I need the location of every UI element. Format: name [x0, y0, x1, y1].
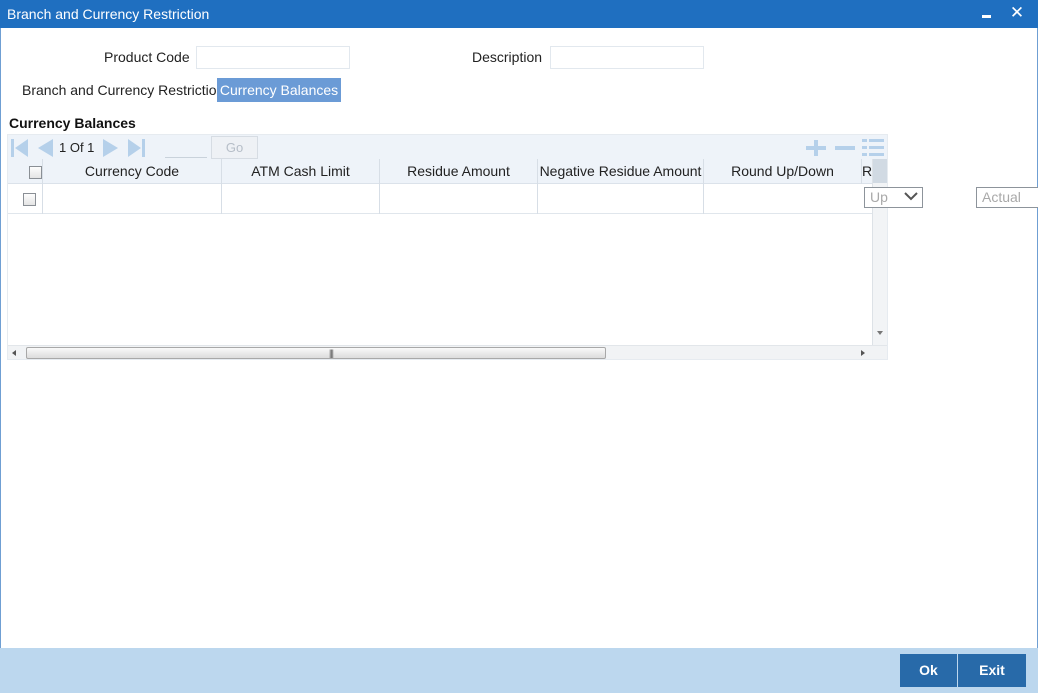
horizontal-scroll-thumb[interactable]: |||	[26, 347, 606, 359]
grid-toolbar: 1 Of 1 Go	[8, 135, 887, 159]
round-up-down-select[interactable]: Up	[864, 187, 923, 208]
scroll-right-icon[interactable]	[861, 350, 865, 356]
residue-amount-cell[interactable]	[380, 184, 538, 214]
dialog-body	[0, 28, 1038, 693]
currency-code-cell[interactable]	[43, 184, 222, 214]
ok-button[interactable]: Ok	[900, 654, 957, 687]
last-page-icon[interactable]	[126, 139, 146, 157]
page-number-input[interactable]	[165, 137, 207, 158]
round-up-down-cell	[704, 184, 862, 214]
tab-currency-balances[interactable]: Currency Balances	[217, 78, 341, 102]
chevron-down-icon	[904, 192, 918, 201]
column-header-truncated[interactable]: R	[862, 159, 872, 184]
column-header-negative-residue-amount[interactable]: Negative Residue Amount	[538, 159, 704, 184]
select-all-checkbox[interactable]	[29, 166, 42, 179]
description-label: Description	[472, 49, 543, 65]
grid-header: Currency Code ATM Cash Limit Residue Amo…	[8, 159, 887, 184]
header-select-cell	[8, 159, 43, 184]
scroll-left-icon[interactable]	[12, 350, 16, 356]
first-page-icon[interactable]	[10, 139, 30, 157]
scroll-down-icon[interactable]	[877, 331, 883, 335]
delete-row-icon[interactable]	[833, 138, 857, 158]
product-code-label: Product Code	[104, 49, 190, 65]
product-code-input[interactable]	[196, 46, 350, 69]
section-title: Currency Balances	[9, 115, 136, 131]
go-button[interactable]: Go	[211, 136, 258, 159]
scroll-grip-icon: |||	[329, 348, 334, 358]
negative-residue-amount-cell[interactable]	[538, 184, 704, 214]
currency-balances-grid: 1 Of 1 Go Currency Code ATM Cash Limit R…	[7, 134, 888, 360]
overflow-column-field[interactable]: Actual	[976, 187, 1038, 208]
add-row-icon[interactable]	[804, 138, 828, 158]
next-page-icon[interactable]	[102, 139, 122, 157]
overflow-column-value: Actual	[982, 189, 1021, 205]
column-header-residue-amount[interactable]: Residue Amount	[380, 159, 538, 184]
window-title-bar: Branch and Currency Restriction ✕	[0, 0, 1038, 28]
round-up-down-value: Up	[870, 189, 888, 205]
previous-page-icon[interactable]	[34, 139, 54, 157]
window-title: Branch and Currency Restriction	[7, 6, 210, 22]
exit-button[interactable]: Exit	[958, 654, 1026, 687]
column-header-currency-code[interactable]: Currency Code	[43, 159, 222, 184]
close-icon[interactable]: ✕	[1006, 2, 1028, 24]
tab-branch-and-currency-restriction[interactable]: Branch and Currency Restriction	[16, 78, 230, 102]
vertical-scroll-thumb[interactable]	[873, 159, 887, 183]
column-header-round-up-down[interactable]: Round Up/Down	[704, 159, 862, 184]
table-row	[8, 184, 887, 214]
single-view-icon[interactable]	[861, 138, 885, 158]
horizontal-scrollbar[interactable]: |||	[8, 345, 887, 359]
column-header-atm-cash-limit[interactable]: ATM Cash Limit	[222, 159, 380, 184]
footer-bar: Ok Exit	[0, 648, 1038, 693]
atm-cash-limit-cell[interactable]	[222, 184, 380, 214]
row-select-cell	[8, 184, 43, 214]
minimize-icon[interactable]	[976, 2, 998, 24]
description-input[interactable]	[550, 46, 704, 69]
row-checkbox[interactable]	[23, 193, 36, 206]
page-indicator: 1 Of 1	[59, 140, 95, 155]
